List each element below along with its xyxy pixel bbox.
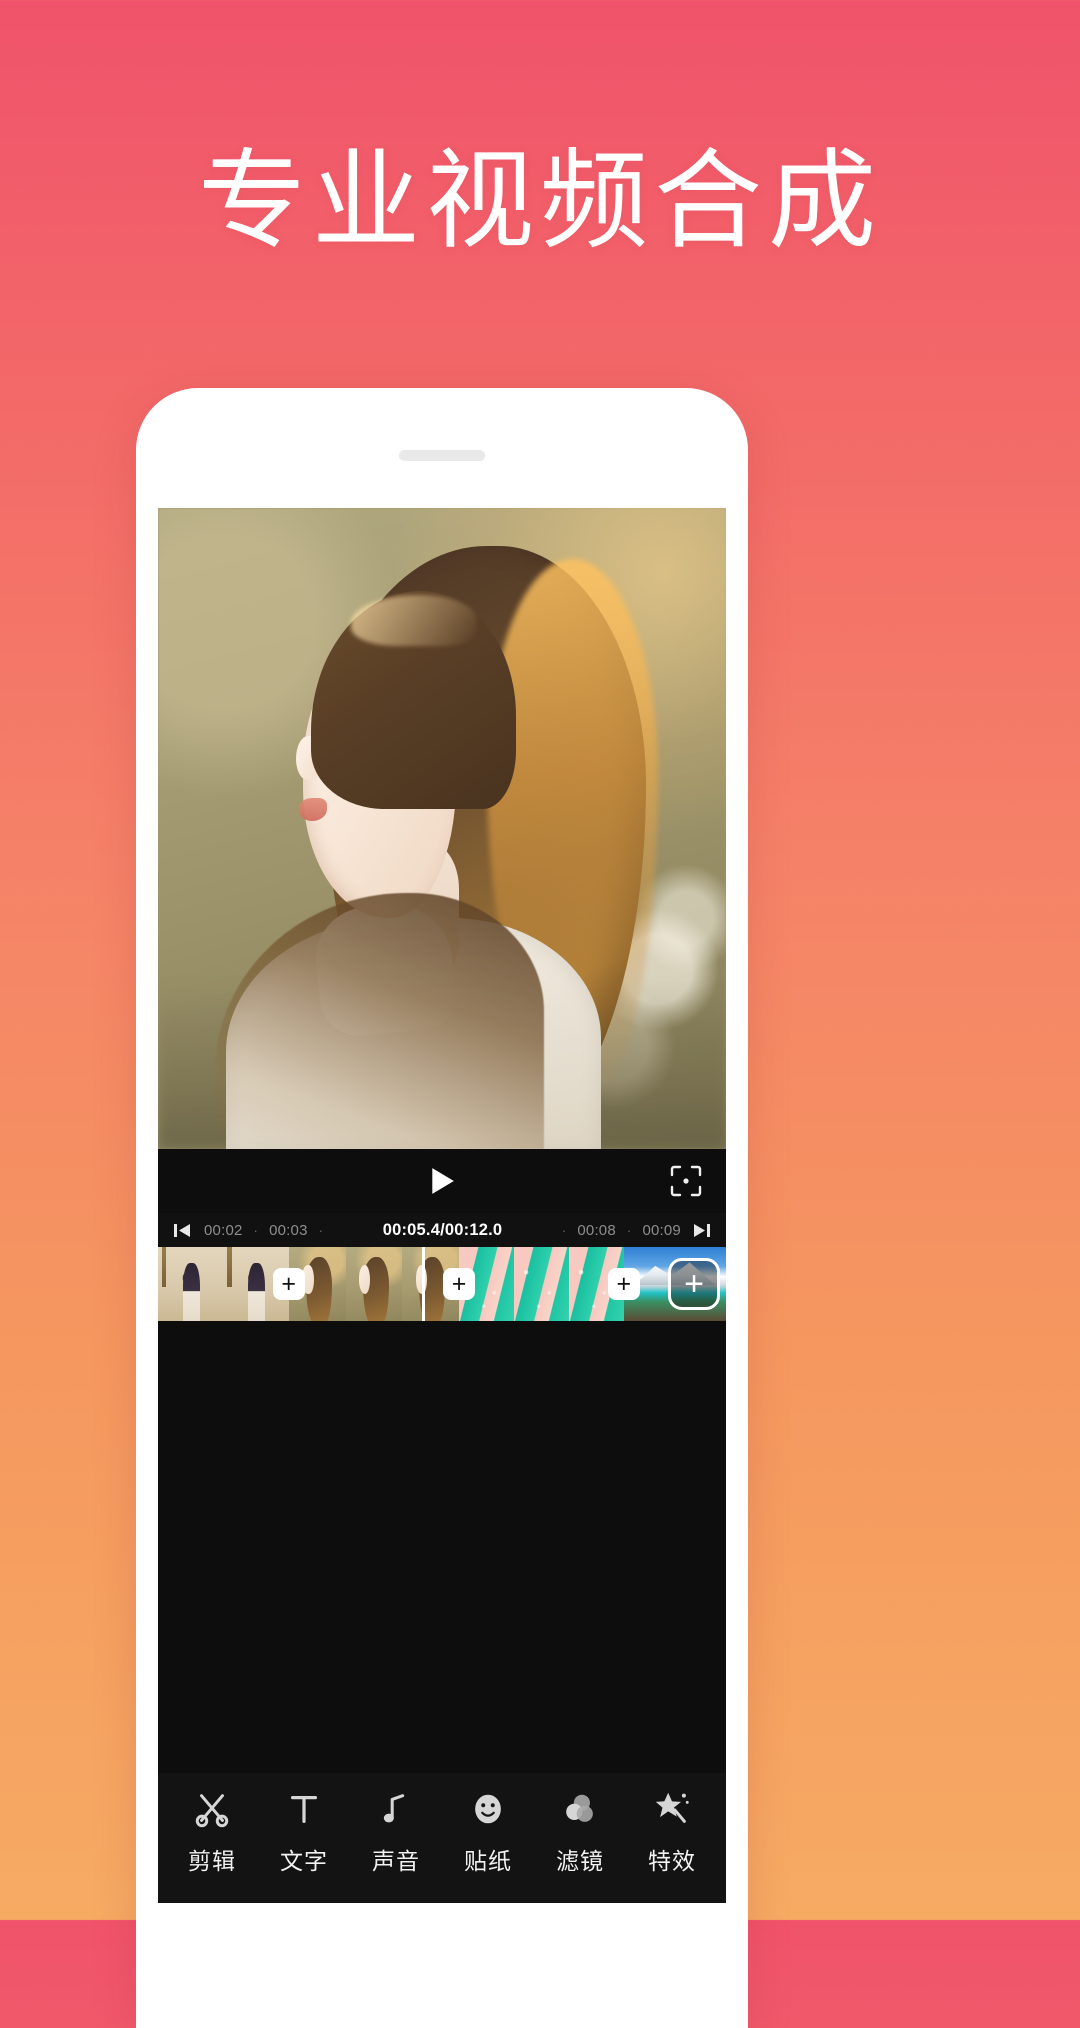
add-transition-button[interactable]: + xyxy=(607,1268,640,1300)
add-clip-button[interactable]: + xyxy=(668,1258,720,1310)
filmstrip-track[interactable]: + + + + xyxy=(158,1247,726,1321)
empty-track-area xyxy=(158,1321,726,1453)
ruler-dot: · xyxy=(626,1222,632,1238)
ruler-tick-left-0: 00:02 xyxy=(204,1221,243,1239)
preview-subject xyxy=(158,508,726,1149)
clip-thumbnail xyxy=(514,1247,569,1321)
playhead-indicator[interactable] xyxy=(422,1247,426,1321)
tool-label: 声音 xyxy=(372,1849,420,1875)
tool-label: 滤镜 xyxy=(556,1849,604,1875)
tool-label: 剪辑 xyxy=(188,1849,236,1875)
tool-filter[interactable]: 滤镜 xyxy=(539,1788,621,1876)
page-title: 专业视频合成 xyxy=(197,139,882,264)
smiley-sticker-icon xyxy=(467,1788,509,1830)
speaker-notch-icon xyxy=(399,450,485,461)
timeline-clip[interactable] xyxy=(288,1247,459,1321)
timeline-ruler[interactable]: 00:02 · 00:03 · 00:05.4/00:12.0 · 00:08 … xyxy=(158,1213,726,1247)
subject-hair-shine xyxy=(351,594,477,646)
phone-screen: 00:02 · 00:03 · 00:05.4/00:12.0 · 00:08 … xyxy=(158,508,726,1903)
current-time-display: 00:05.4/00:12.0 xyxy=(382,1220,503,1239)
play-button[interactable] xyxy=(427,1165,457,1197)
ruler-dot: · xyxy=(318,1222,324,1238)
tool-effects[interactable]: 特效 xyxy=(631,1788,713,1876)
previous-frame-icon[interactable] xyxy=(174,1223,191,1238)
next-frame-icon[interactable] xyxy=(693,1223,710,1238)
video-preview[interactable] xyxy=(158,508,726,1149)
add-transition-button[interactable]: + xyxy=(443,1268,476,1300)
phone-mockup: 00:02 · 00:03 · 00:05.4/00:12.0 · 00:08 … xyxy=(136,388,748,2028)
text-t-icon xyxy=(283,1788,325,1830)
timeline-clip[interactable] xyxy=(459,1247,624,1321)
clip-thumbnail xyxy=(345,1247,403,1321)
ruler-tick-right-1: 00:09 xyxy=(642,1221,681,1239)
ruler-dot: · xyxy=(253,1222,259,1238)
fullscreen-crop-icon[interactable] xyxy=(668,1163,704,1199)
ruler-tick-left-1: 00:03 xyxy=(269,1221,308,1239)
scissors-icon xyxy=(191,1788,233,1830)
tool-label: 特效 xyxy=(648,1849,696,1875)
tool-text[interactable]: 文字 xyxy=(263,1788,345,1876)
subject-hair-strands xyxy=(214,892,545,1149)
ruler-dot: · xyxy=(561,1222,567,1238)
timeline-clip[interactable] xyxy=(158,1247,289,1321)
ruler-tick-right-0: 00:08 xyxy=(577,1221,616,1239)
tool-label: 文字 xyxy=(280,1849,328,1875)
magic-wand-star-icon xyxy=(651,1788,693,1830)
clip-thumbnail xyxy=(158,1247,224,1321)
editor-toolbar: 剪辑 文字 声音 贴纸 滤镜 特效 xyxy=(158,1773,726,1903)
add-transition-button[interactable]: + xyxy=(272,1268,305,1300)
player-controls xyxy=(158,1149,726,1213)
music-note-icon xyxy=(375,1788,417,1830)
tool-sticker[interactable]: 贴纸 xyxy=(447,1788,529,1876)
tool-edit[interactable]: 剪辑 xyxy=(171,1788,253,1876)
filter-circles-icon xyxy=(559,1788,601,1830)
tool-audio[interactable]: 声音 xyxy=(355,1788,437,1876)
tool-label: 贴纸 xyxy=(464,1849,512,1875)
